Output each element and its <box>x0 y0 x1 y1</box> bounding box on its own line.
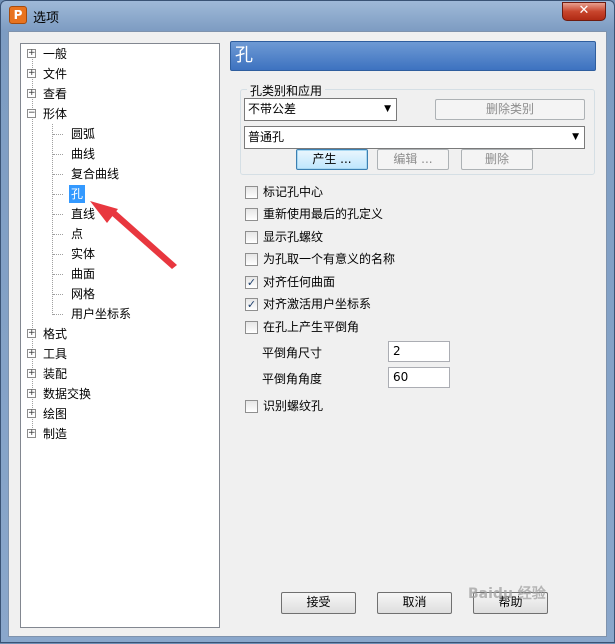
annotation-arrow-shaft <box>110 210 177 269</box>
annotation-arrow-icon <box>90 201 177 269</box>
options-dialog: P 选项 ✕ + 一般 + 文件 + 查看 − 形体 圆弧 曲线 复合曲线 孔 … <box>0 0 615 643</box>
watermark: Baidu 经验 <box>468 586 546 602</box>
